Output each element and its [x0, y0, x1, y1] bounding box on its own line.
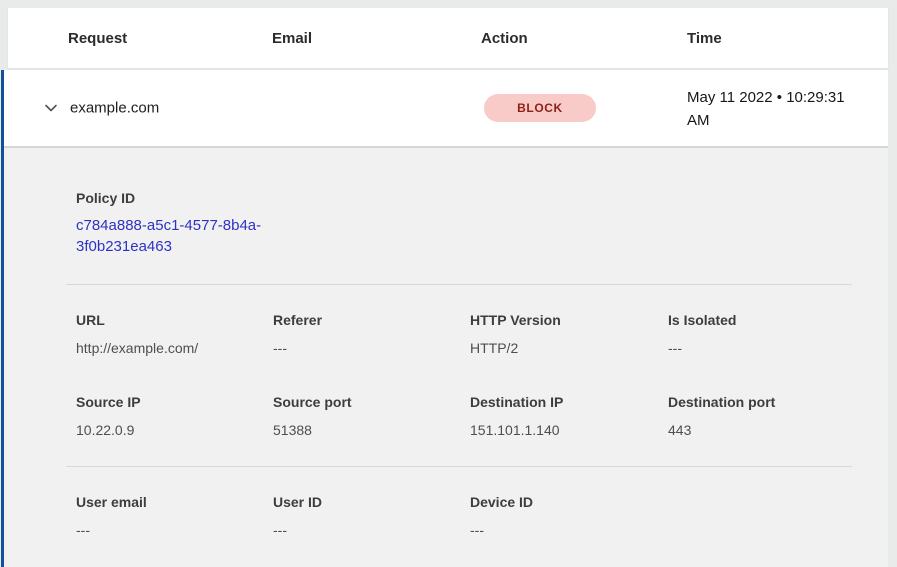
- policy-section: Policy ID c784a888-a5c1-4577-8b4a-3f0b23…: [4, 148, 888, 257]
- column-header-email: Email: [272, 30, 481, 47]
- column-header-time: Time: [687, 30, 888, 47]
- action-block-badge: BLOCK: [484, 94, 596, 122]
- detail-row-network: Source IP 10.22.0.9 Source port 51388 De…: [4, 394, 888, 438]
- policy-id-link[interactable]: c784a888-a5c1-4577-8b4a-3f0b231ea463: [76, 215, 281, 257]
- column-header-request: Request: [68, 30, 272, 47]
- section-divider: [66, 466, 852, 467]
- field-destination-port: Destination port 443: [668, 394, 888, 438]
- column-header-action: Action: [481, 30, 687, 47]
- chevron-down-icon[interactable]: [42, 99, 60, 117]
- table-row[interactable]: example.com BLOCK May 11 2022 • 10:29:31…: [4, 70, 888, 148]
- expanded-log-entry: example.com BLOCK May 11 2022 • 10:29:31…: [1, 70, 888, 567]
- section-divider: [66, 284, 852, 285]
- request-domain: example.com: [70, 100, 159, 117]
- field-referer: Referer ---: [273, 312, 470, 356]
- field-url: URL http://example.com/: [76, 312, 273, 356]
- detail-row-http: URL http://example.com/ Referer --- HTTP…: [4, 312, 888, 356]
- policy-id-label: Policy ID: [76, 190, 888, 206]
- request-timestamp: May 11 2022 • 10:29:31 AM: [687, 86, 863, 132]
- field-destination-ip: Destination IP 151.101.1.140: [470, 394, 668, 438]
- field-source-port: Source port 51388: [273, 394, 470, 438]
- detail-row-user: User email --- User ID --- Device ID ---: [4, 494, 888, 538]
- field-device-id: Device ID ---: [470, 494, 668, 538]
- field-user-id: User ID ---: [273, 494, 470, 538]
- table-header: Request Email Action Time: [8, 8, 888, 68]
- field-user-email: User email ---: [76, 494, 273, 538]
- field-source-ip: Source IP 10.22.0.9: [76, 394, 273, 438]
- field-http-version: HTTP Version HTTP/2: [470, 312, 668, 356]
- field-is-isolated: Is Isolated ---: [668, 312, 888, 356]
